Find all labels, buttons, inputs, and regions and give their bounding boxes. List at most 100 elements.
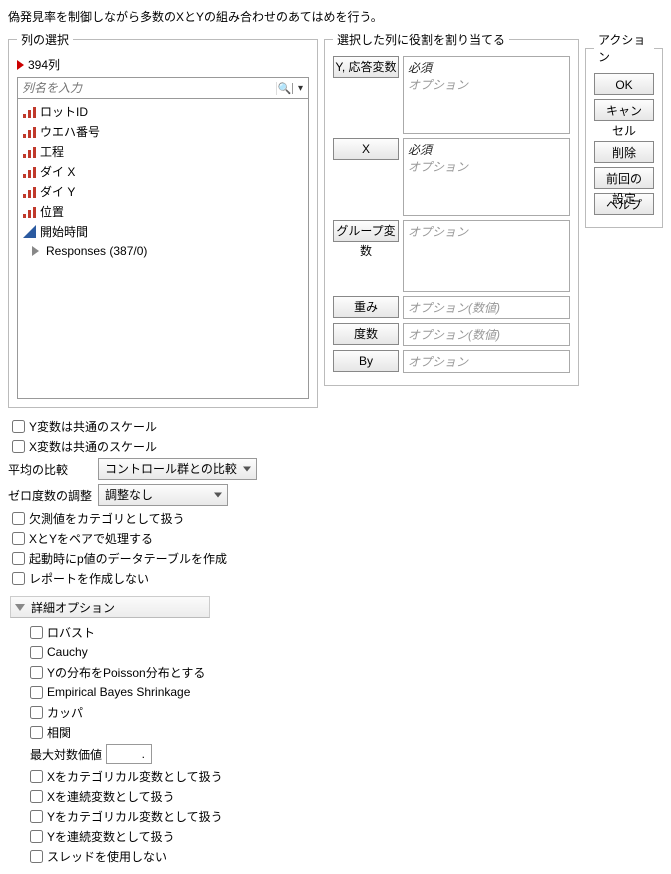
cauchy-checkbox[interactable] — [30, 646, 43, 659]
column-item-label: 工程 — [40, 143, 304, 160]
search-icon[interactable]: 🔍 — [276, 82, 292, 95]
column-item[interactable]: 開始時間 — [18, 221, 308, 241]
compare-means-select[interactable]: コントロール群との比較 — [98, 458, 257, 480]
pval-table-checkbox[interactable] — [12, 552, 25, 565]
max-log-input[interactable] — [106, 744, 152, 764]
column-item[interactable]: ダイ X — [18, 161, 308, 181]
role-drop-zone[interactable]: オプション — [403, 350, 570, 373]
y-common-scale-checkbox[interactable] — [12, 420, 25, 433]
corr-label: 相関 — [47, 724, 71, 741]
role-assign-group: 選択した列に役割を割り当てる Y, 応答変数必須オプションX必須オプショングルー… — [324, 31, 579, 386]
y-as-cat-label: Yをカテゴリカル変数として扱う — [47, 808, 223, 825]
max-log-label: 最大対数価値 — [30, 746, 102, 763]
no-report-label: レポートを作成しない — [29, 570, 149, 587]
x-common-scale-label: X変数は共通のスケール — [29, 438, 157, 455]
x-as-cat-label: Xをカテゴリカル変数として扱う — [47, 768, 223, 785]
x-as-cat-checkbox[interactable] — [30, 770, 43, 783]
column-count-label: 394列 — [28, 56, 60, 73]
nominal-icon — [22, 184, 36, 198]
search-dropdown-icon[interactable]: ▾ — [292, 83, 308, 94]
remove-button[interactable]: 削除 — [594, 141, 654, 163]
advanced-options-title: 詳細オプション — [31, 599, 115, 616]
column-item[interactable]: 工程 — [18, 141, 308, 161]
column-item[interactable]: ウエハ番号 — [18, 121, 308, 141]
role-row: Y, 応答変数必須オプション — [333, 56, 570, 134]
column-item[interactable]: ダイ Y — [18, 181, 308, 201]
column-select-legend: 列の選択 — [17, 31, 73, 48]
robust-label: ロバスト — [47, 624, 95, 641]
y-common-scale-row: Y変数は共通のスケール — [12, 416, 663, 436]
role-button[interactable]: 度数 — [333, 323, 399, 345]
role-row: グループ変数オプション — [333, 220, 570, 292]
ebs-label: Empirical Bayes Shrinkage — [47, 685, 190, 699]
x-common-scale-checkbox[interactable] — [12, 440, 25, 453]
help-button[interactable]: ヘルプ — [594, 193, 654, 215]
column-item[interactable]: Responses (387/0) — [18, 241, 308, 261]
column-item-label: 位置 — [40, 203, 304, 220]
x-as-cont-checkbox[interactable] — [30, 790, 43, 803]
recall-button[interactable]: 前回の設定 — [594, 167, 654, 189]
nominal-icon — [22, 124, 36, 138]
role-required-label: 必須 — [408, 59, 565, 76]
column-item[interactable]: 位置 — [18, 201, 308, 221]
role-drop-zone[interactable]: オプション — [403, 220, 570, 292]
nominal-icon — [22, 164, 36, 178]
robust-checkbox[interactable] — [30, 626, 43, 639]
column-item[interactable]: ロットID — [18, 101, 308, 121]
kappa-checkbox[interactable] — [30, 706, 43, 719]
no-threads-label: スレッドを使用しない — [47, 848, 167, 865]
role-row: By オプション — [333, 350, 570, 373]
missing-as-cat-label: 欠測値をカテゴリとして扱う — [29, 510, 185, 527]
continuous-icon — [22, 224, 36, 238]
disclosure-icon[interactable] — [17, 60, 24, 70]
missing-as-cat-checkbox[interactable] — [12, 512, 25, 525]
role-row: X必須オプション — [333, 138, 570, 216]
role-optional-label: オプション — [408, 158, 565, 175]
role-optional-label: オプション — [408, 76, 565, 93]
column-item-label: ウエハ番号 — [40, 123, 304, 140]
role-button[interactable]: 重み — [333, 296, 399, 318]
column-item-label: ダイ Y — [40, 183, 304, 200]
role-button[interactable]: By — [333, 350, 399, 372]
role-drop-zone[interactable]: 必須オプション — [403, 56, 570, 134]
y-as-cat-checkbox[interactable] — [30, 810, 43, 823]
action-legend: アクション — [594, 31, 654, 65]
role-drop-zone[interactable]: 必須オプション — [403, 138, 570, 216]
column-select-group: 列の選択 394列 🔍 ▾ ロットID ウエハ番号工程ダイ X ダイ Y 位置開始時間… — [8, 31, 318, 408]
role-drop-zone[interactable]: オプション(数値) — [403, 323, 570, 346]
x-common-scale-row: X変数は共通のスケール — [12, 436, 663, 456]
column-search-input[interactable] — [18, 79, 276, 97]
role-assign-legend: 選択した列に役割を割り当てる — [333, 31, 509, 48]
role-optional-label: オプション — [408, 223, 565, 240]
column-list[interactable]: ロットID ウエハ番号工程ダイ X ダイ Y 位置開始時間 Responses (387… — [17, 99, 309, 399]
group-expand-icon — [28, 244, 42, 258]
ok-button[interactable]: OK — [594, 73, 654, 95]
ebs-checkbox[interactable] — [30, 686, 43, 699]
dialog-description: 偽発見率を制御しながら多数のXとYの組み合わせのあてはめを行う。 — [8, 8, 663, 25]
column-item-label: ダイ X — [40, 163, 304, 180]
role-button[interactable]: グループ変数 — [333, 220, 399, 242]
pair-xy-label: XとYをペアで処理する — [29, 530, 153, 547]
role-optional-label: オプション(数値) — [408, 326, 565, 343]
role-optional-label: オプション — [408, 353, 565, 370]
role-drop-zone[interactable]: オプション(数値) — [403, 296, 570, 319]
nominal-icon — [22, 204, 36, 218]
column-item-label: Responses (387/0) — [46, 244, 304, 258]
cauchy-label: Cauchy — [47, 645, 88, 659]
no-threads-checkbox[interactable] — [30, 850, 43, 863]
poisson-checkbox[interactable] — [30, 666, 43, 679]
x-as-cont-label: Xを連続変数として扱う — [47, 788, 175, 805]
corr-checkbox[interactable] — [30, 726, 43, 739]
zero-freq-select[interactable]: 調整なし — [98, 484, 228, 506]
nominal-icon — [22, 104, 36, 118]
column-search[interactable]: 🔍 ▾ — [17, 77, 309, 99]
no-report-checkbox[interactable] — [12, 572, 25, 585]
role-button[interactable]: Y, 応答変数 — [333, 56, 399, 78]
role-button[interactable]: X — [333, 138, 399, 160]
y-as-cont-checkbox[interactable] — [30, 830, 43, 843]
action-group: アクション OK キャンセル 削除 前回の設定 ヘルプ — [585, 31, 663, 228]
role-row: 度数オプション(数値) — [333, 323, 570, 346]
pair-xy-checkbox[interactable] — [12, 532, 25, 545]
cancel-button[interactable]: キャンセル — [594, 99, 654, 121]
advanced-options-header[interactable]: 詳細オプション — [10, 596, 210, 618]
